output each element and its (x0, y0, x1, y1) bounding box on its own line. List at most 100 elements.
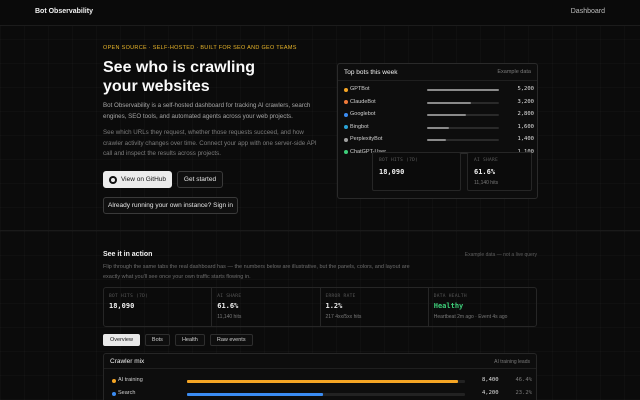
stat-label: AI SHARE (217, 294, 242, 299)
get-started-button[interactable]: Get started (177, 171, 223, 188)
demo-tabs: Overview Bots Health Raw events (103, 334, 253, 346)
section-divider (0, 230, 640, 231)
bot-bar-fill (427, 89, 499, 91)
ai-share-tile: AI SHARE 61.6% 11,140 hits (467, 152, 532, 191)
top-bots-header: Top bots this week Example data (338, 64, 537, 81)
hero-eyebrow: OPEN SOURCE · SELF-HOSTED · BUILT FOR SE… (103, 45, 297, 51)
top-bots-note: Example data (497, 69, 531, 75)
stat-bot-hits: BOT HITS (7D) 18,090 (104, 288, 213, 326)
tab-raw-events[interactable]: Raw events (209, 334, 253, 346)
bot-bar-track (427, 89, 499, 91)
sign-in-button[interactable]: Already running your own instance? Sign … (103, 197, 238, 214)
category-percent: 46.4% (515, 377, 532, 383)
bot-row: Bingbot 1,600 (344, 124, 534, 132)
bot-color-dot (344, 125, 348, 129)
stat-value: 61.6% (217, 302, 239, 310)
demo-section-title: See it in action (103, 251, 153, 258)
category-count: 8,400 (482, 377, 499, 383)
get-started-label: Get started (183, 176, 217, 183)
bot-name: GPTBot (350, 86, 370, 92)
github-icon (108, 175, 117, 184)
bot-row: ClaudeBot 3,200 (344, 99, 534, 107)
dashboard-link[interactable]: Dashboard (571, 8, 605, 15)
demo-section-note: Example data — not a live query (464, 252, 537, 258)
bot-color-dot (344, 87, 348, 92)
bot-hit-count: 5,200 (517, 86, 534, 92)
crawler-mix-header: Crawler mix AI training leads (104, 354, 536, 369)
crawler-mix-title: Crawler mix (110, 358, 145, 365)
hero-lead: Bot Observability is a self-hosted dashb… (103, 102, 311, 120)
view-on-github-label: View on GitHub (120, 176, 167, 183)
bot-hits-value: 18,090 (379, 168, 405, 176)
bot-bar-track (427, 126, 499, 129)
tab-health[interactable]: Health (174, 334, 205, 346)
category-name: Search (118, 390, 136, 396)
ai-share-sub: 11,140 hits (474, 180, 499, 186)
demo-section-description: Flip through the same tabs the real dash… (103, 264, 410, 280)
stat-ai-share: AI SHARE 61.6% 11,140 hits (212, 288, 321, 326)
demo-stat-row: BOT HITS (7D) 18,090 AI SHARE 61.6% 11,1… (103, 287, 537, 327)
top-nav: Bot Observability Dashboard (0, 0, 640, 26)
bot-row: GPTBot 5,200 (344, 86, 534, 94)
stat-data-health: DATA HEALTH Healthy Heartbeat 2m ago · E… (429, 288, 536, 326)
tab-overview[interactable]: Overview (103, 334, 140, 346)
bot-bar-fill (427, 126, 450, 129)
crawler-mix-note: AI training leads (494, 359, 530, 365)
bot-hit-count: 1,400 (517, 136, 534, 142)
bot-bar-fill (427, 101, 472, 104)
bot-color-dot (344, 100, 348, 104)
stat-sub: Heartbeat 2m ago · Event 4s ago (433, 314, 508, 320)
view-on-github-button[interactable]: View on GitHub (103, 171, 172, 188)
crawler-mix-card: Crawler mix AI training leads AI trainin… (103, 353, 537, 400)
bot-bar-track (427, 139, 499, 141)
bot-bar-fill (427, 114, 466, 116)
bot-name: PerplexityBot (350, 136, 383, 142)
category-count: 4,200 (482, 390, 499, 396)
stat-label: DATA HEALTH (433, 294, 467, 299)
stat-value: 18,090 (109, 302, 135, 310)
crawler-mix-row: Search 4,200 23.2% (112, 390, 532, 398)
bot-hit-count: 2,800 (517, 111, 534, 117)
crawler-mix-row: AI training 8,400 46.4% (112, 377, 532, 385)
bot-color-dot (344, 150, 348, 154)
top-bots-title: Top bots this week (344, 69, 398, 76)
stat-error-rate: ERROR RATE 1.2% 217 4xx/5xx hits (321, 288, 429, 326)
bot-hits-label: BOT HITS (7D) (379, 158, 419, 163)
stat-sub: 217 4xx/5xx hits (325, 314, 362, 320)
bot-row: Googlebot 2,800 (344, 111, 534, 119)
bot-hit-count: 3,200 (517, 98, 534, 105)
stat-value: 1.2% (325, 302, 343, 310)
stat-label: BOT HITS (7D) (109, 294, 149, 299)
bot-name: ClaudeBot (350, 98, 376, 105)
bot-hit-count: 1,600 (517, 123, 534, 130)
stat-label: ERROR RATE (325, 294, 356, 299)
hero-title-line-2: your websites (103, 78, 210, 95)
hero-lead-secondary: See which URLs they request, whether tho… (103, 129, 317, 157)
stat-value: Healthy (433, 302, 464, 310)
category-bar-track (187, 379, 465, 383)
ai-share-value: 61.6% (474, 168, 496, 176)
bot-bar-track (427, 114, 499, 116)
bot-color-dot (344, 112, 348, 117)
hero-title-line-1: See who is crawling (103, 59, 256, 76)
bot-color-dot (344, 137, 348, 142)
bot-row: PerplexityBot 1,400 (344, 136, 534, 144)
bot-name: Googlebot (350, 111, 376, 117)
category-bar-fill (187, 392, 324, 396)
stat-sub: 11,140 hits (217, 314, 242, 320)
ai-share-label: AI SHARE (474, 158, 499, 163)
category-color-dot (112, 391, 116, 396)
sign-in-label: Already running your own instance? Sign … (107, 202, 234, 209)
bot-hits-tile: BOT HITS (7D) 18,090 (372, 152, 461, 191)
bot-bar-fill (427, 139, 447, 141)
bot-bar-track (427, 101, 499, 104)
category-bar-track (187, 392, 465, 396)
category-name: AI training (118, 377, 143, 383)
category-percent: 23.2% (515, 390, 532, 396)
category-bar-fill (187, 379, 459, 383)
bot-name: Bingbot (350, 123, 369, 130)
category-color-dot (112, 378, 116, 383)
tab-bots[interactable]: Bots (144, 334, 170, 346)
brand-logo-text[interactable]: Bot Observability (35, 8, 93, 15)
hero-title: See who is crawling your websites (103, 58, 303, 96)
